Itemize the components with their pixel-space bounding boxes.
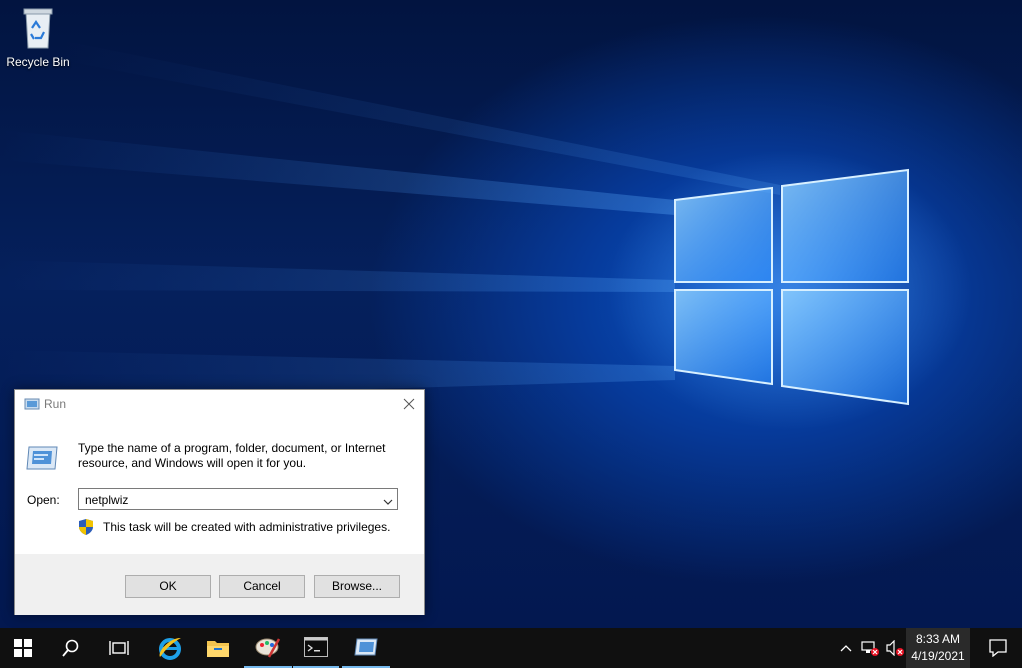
chevron-down-icon[interactable] bbox=[383, 495, 393, 509]
chevron-up-icon bbox=[840, 645, 852, 652]
action-center-button[interactable] bbox=[976, 628, 1020, 668]
network-disconnected-icon bbox=[861, 641, 879, 656]
open-label: Open: bbox=[27, 493, 60, 507]
open-input[interactable]: netplwiz bbox=[85, 493, 128, 507]
clock-time: 8:33 AM bbox=[915, 632, 960, 646]
run-dialog: Run Type the name of a program, folder, … bbox=[14, 389, 425, 615]
search-button[interactable] bbox=[48, 628, 94, 668]
taskbar-run[interactable] bbox=[342, 628, 390, 668]
command-prompt-icon bbox=[304, 637, 328, 657]
volume-muted-icon bbox=[886, 640, 904, 656]
task-view-icon bbox=[109, 641, 129, 655]
browse-button[interactable]: Browse... bbox=[314, 575, 400, 598]
run-program-icon bbox=[25, 445, 59, 474]
cancel-button[interactable]: Cancel bbox=[219, 575, 305, 598]
show-hidden-icons-button[interactable] bbox=[836, 628, 856, 668]
notification-icon bbox=[989, 639, 1007, 657]
run-icon bbox=[24, 396, 40, 415]
volume-tray-button[interactable] bbox=[884, 628, 906, 668]
button-bar: OK Cancel Browse... bbox=[15, 554, 424, 615]
run-description: Type the name of a program, folder, docu… bbox=[78, 441, 386, 470]
taskbar-internet-explorer[interactable] bbox=[146, 628, 194, 668]
run-title: Run bbox=[44, 397, 67, 411]
internet-explorer-icon bbox=[159, 637, 181, 660]
file-explorer-icon bbox=[207, 641, 229, 657]
admin-note: This task will be created with administr… bbox=[78, 518, 390, 539]
taskbar-file-explorer[interactable] bbox=[194, 628, 242, 668]
taskbar-paint[interactable] bbox=[244, 628, 292, 668]
network-tray-button[interactable] bbox=[858, 628, 882, 668]
start-icon bbox=[14, 639, 32, 657]
search-icon bbox=[62, 639, 79, 657]
task-view-button[interactable] bbox=[96, 628, 142, 668]
ok-button[interactable]: OK bbox=[125, 575, 211, 598]
run-icon bbox=[354, 638, 378, 656]
taskbar-command-prompt[interactable] bbox=[293, 628, 339, 668]
close-icon bbox=[403, 398, 415, 410]
desktop-icon-recycle-bin[interactable]: Recycle Bin bbox=[4, 6, 72, 69]
run-title-bar[interactable]: Run bbox=[15, 390, 424, 418]
admin-note-text: This task will be created with administr… bbox=[103, 520, 391, 534]
start-button[interactable] bbox=[0, 628, 46, 668]
paint-icon bbox=[255, 638, 281, 658]
taskbar: 8:33 AM 4/19/2021 bbox=[0, 628, 1022, 668]
recycle-bin-icon bbox=[23, 8, 53, 49]
clock-date: 4/19/2021 bbox=[911, 649, 965, 663]
open-combobox[interactable]: netplwiz bbox=[78, 488, 398, 510]
clock[interactable]: 8:33 AM 4/19/2021 bbox=[906, 628, 970, 668]
desktop-icon-label: Recycle Bin bbox=[6, 55, 70, 69]
uac-shield-icon bbox=[79, 519, 93, 535]
close-button[interactable] bbox=[394, 390, 424, 418]
